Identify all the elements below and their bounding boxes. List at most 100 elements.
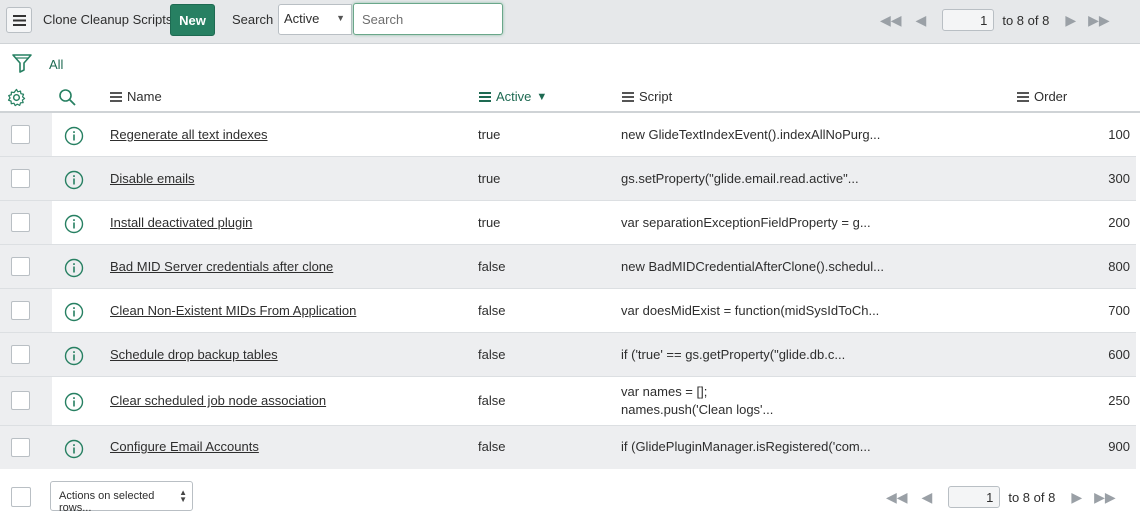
row-checkbox[interactable] [11, 213, 30, 232]
column-menu-icon[interactable] [622, 90, 634, 104]
info-icon[interactable] [64, 126, 84, 149]
last-page-icon[interactable]: ▶▶ [1094, 489, 1116, 506]
table-row: Clean Non-Existent MIDs From Application… [0, 289, 1136, 333]
last-page-icon[interactable]: ▶▶ [1088, 12, 1110, 29]
row-order: 800 [1108, 259, 1130, 274]
row-order: 900 [1108, 439, 1130, 454]
list-footer: Actions on selected rows... ▲ ▼ ◀◀ ◀ 1 to… [0, 470, 1140, 525]
sort-descending-icon: ▼ [536, 90, 548, 103]
actions-select-label: Actions on selected rows... [59, 490, 155, 514]
row-script: var doesMidExist = function(midSysIdToCh… [621, 303, 880, 318]
column-name[interactable]: Name [110, 89, 162, 104]
info-icon[interactable] [64, 170, 84, 193]
row-name-link[interactable]: Schedule drop backup tables [110, 347, 278, 362]
row-order: 600 [1108, 347, 1130, 362]
page-range: to 8 of 8 [1002, 12, 1050, 28]
new-button[interactable]: New [170, 4, 215, 36]
row-active: true [478, 171, 501, 186]
row-active: false [478, 303, 506, 318]
list-body: Regenerate all text indexes true new Gli… [0, 113, 1140, 469]
row-checkbox[interactable] [11, 257, 30, 276]
table-row: Clear scheduled job node association fal… [0, 377, 1136, 426]
column-script[interactable]: Script [622, 89, 672, 104]
column-header-row: Name Active ▼ Script Order [0, 83, 1140, 113]
row-script: var separationExceptionFieldProperty = g… [621, 215, 871, 230]
row-name-link[interactable]: Bad MID Server credentials after clone [110, 259, 333, 274]
breadcrumb-all[interactable]: All [49, 57, 63, 72]
search-field-select[interactable]: Active ▼ [278, 4, 352, 35]
column-menu-icon[interactable] [1017, 90, 1029, 104]
row-active: false [478, 259, 506, 274]
bottom-pager: ◀◀ ◀ 1 to 8 of 8 ▶ ▶▶ [886, 485, 1116, 509]
row-script: new GlideTextIndexEvent().indexAllNoPurg… [621, 127, 881, 142]
actions-select[interactable]: Actions on selected rows... ▲ ▼ [50, 481, 193, 514]
row-name-link[interactable]: Clean Non-Existent MIDs From Application [110, 303, 356, 318]
table-row: Bad MID Server credentials after clone f… [0, 245, 1136, 289]
search-field-value: Active [284, 11, 320, 26]
column-menu-icon[interactable] [110, 90, 122, 104]
row-active: false [478, 393, 506, 408]
context-menu-icon[interactable] [6, 7, 32, 33]
search-input[interactable] [353, 3, 503, 35]
row-script: if (GlidePluginManager.isRegistered('com… [621, 439, 871, 454]
column-search-icon[interactable] [58, 88, 77, 110]
row-name-link[interactable]: Configure Email Accounts [110, 439, 259, 454]
list-header: Clone Cleanup Scripts New Search Active … [0, 0, 1140, 44]
page-number-input[interactable]: 1 [948, 486, 1001, 508]
info-icon[interactable] [64, 302, 84, 325]
column-name-label: Name [127, 89, 162, 104]
table-row: Schedule drop backup tables false if ('t… [0, 333, 1136, 377]
top-pager: ◀◀ ◀ 1 to 8 of 8 ▶ ▶▶ [880, 8, 1110, 32]
row-name-link[interactable]: Regenerate all text indexes [110, 127, 268, 142]
page-number-input[interactable]: 1 [942, 9, 995, 31]
previous-page-icon[interactable]: ◀ [922, 489, 933, 506]
search-label: Search [232, 12, 274, 27]
row-name-link[interactable]: Clear scheduled job node association [110, 393, 326, 408]
page-range: to 8 of 8 [1008, 489, 1056, 505]
filter-bar: All [0, 45, 1140, 83]
row-active: false [478, 439, 506, 454]
column-menu-icon[interactable] [479, 90, 491, 104]
info-icon[interactable] [64, 392, 84, 415]
row-script: if ('true' == gs.getProperty("glide.db.c… [621, 347, 846, 362]
next-page-icon[interactable]: ▶ [1071, 489, 1082, 506]
row-name-link[interactable]: Disable emails [110, 171, 195, 186]
gear-icon[interactable] [7, 88, 26, 110]
row-script: var names = []; names.push('Clean logs'..… [621, 384, 774, 417]
row-name-link[interactable]: Install deactivated plugin [110, 215, 252, 230]
row-order: 100 [1108, 127, 1130, 142]
row-script: new BadMIDCredentialAfterClone().schedul… [621, 259, 885, 274]
select-caret-icon: ▼ [336, 13, 345, 23]
filter-icon[interactable] [11, 52, 33, 77]
row-active: true [478, 215, 501, 230]
row-checkbox[interactable] [11, 301, 30, 320]
select-updown-icon: ▲ ▼ [179, 488, 187, 504]
row-order: 250 [1108, 393, 1130, 408]
column-script-label: Script [639, 89, 673, 104]
previous-page-icon[interactable]: ◀ [916, 12, 927, 29]
row-checkbox[interactable] [11, 391, 30, 410]
table-row: Install deactivated plugin true var sepa… [0, 201, 1136, 245]
row-checkbox[interactable] [11, 345, 30, 364]
row-checkbox[interactable] [11, 125, 30, 144]
info-icon[interactable] [64, 258, 84, 281]
row-order: 300 [1108, 171, 1130, 186]
column-order[interactable]: Order [1017, 89, 1067, 104]
info-icon[interactable] [64, 214, 84, 237]
next-page-icon[interactable]: ▶ [1065, 12, 1076, 29]
table-row: Configure Email Accounts false if (Glide… [0, 426, 1136, 469]
row-order: 700 [1108, 303, 1130, 318]
row-checkbox[interactable] [11, 169, 30, 188]
first-page-icon[interactable]: ◀◀ [886, 489, 908, 506]
column-active[interactable]: Active ▼ [479, 89, 547, 104]
info-icon[interactable] [64, 346, 84, 369]
row-checkbox[interactable] [11, 438, 30, 457]
first-page-icon[interactable]: ◀◀ [880, 12, 902, 29]
column-active-label: Active [496, 89, 532, 104]
select-all-checkbox[interactable] [11, 487, 31, 507]
table-row: Regenerate all text indexes true new Gli… [0, 113, 1136, 157]
info-icon[interactable] [64, 439, 84, 462]
page-title: Clone Cleanup Scripts [43, 12, 173, 27]
row-active: false [478, 347, 506, 362]
table-row: Disable emails true gs.setProperty("glid… [0, 157, 1136, 201]
